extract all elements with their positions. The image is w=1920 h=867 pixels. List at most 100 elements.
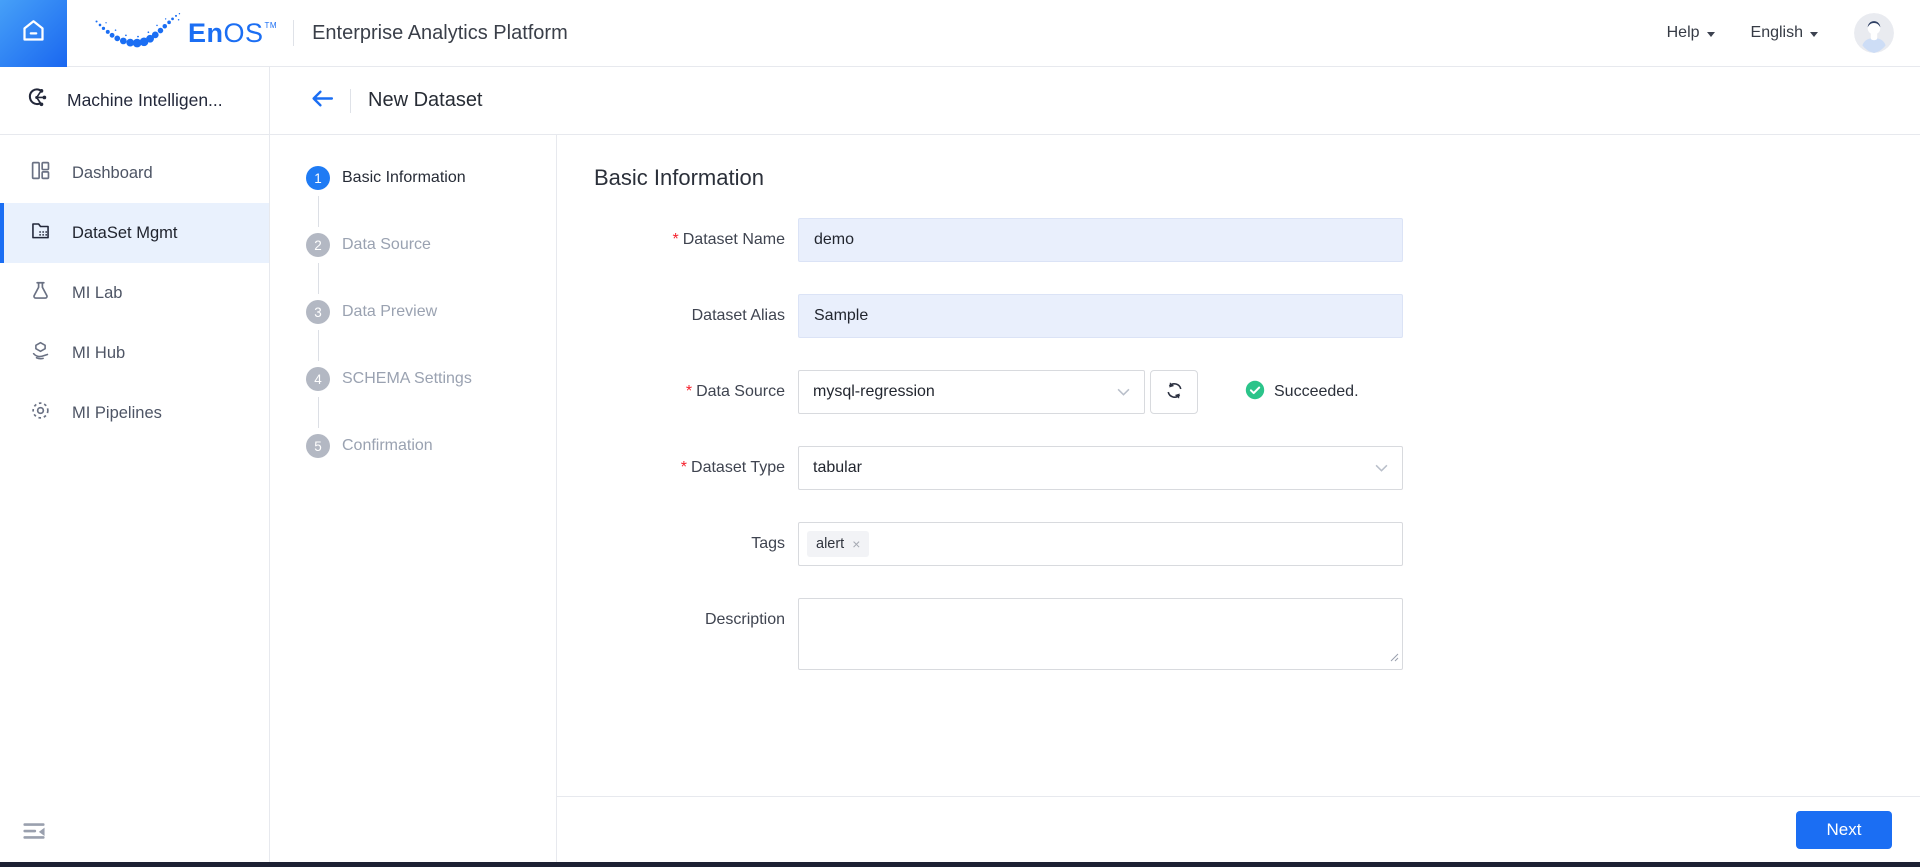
sidebar-nav: Dashboard DataSet Mgmt MI Lab MI Hub MI … [0, 143, 269, 443]
title-divider [350, 88, 351, 113]
step-label: Basic Information [342, 169, 466, 186]
sidebar-item-label: MI Hub [72, 343, 126, 362]
content-body: 1 Basic Information 2 Data Source 3 Data… [270, 135, 1920, 862]
user-avatar-icon [1854, 13, 1894, 53]
help-menu[interactable]: Help [1667, 24, 1715, 42]
dataset-name-label: * Dataset Name [672, 231, 786, 248]
description-textarea[interactable] [798, 598, 1403, 670]
dataset-type-select[interactable]: tabular [798, 446, 1403, 490]
sidebar-item-mi-pipelines[interactable]: MI Pipelines [0, 383, 269, 443]
enos-logo-text: EnOSTM [188, 17, 278, 48]
step-number-badge: 1 [306, 166, 330, 190]
caret-down-icon [1706, 31, 1715, 37]
refresh-icon [1165, 381, 1184, 403]
language-menu-label: English [1750, 24, 1803, 41]
status-text: Succeeded. [1274, 383, 1359, 400]
sidebar-item-mi-lab[interactable]: MI Lab [0, 263, 269, 323]
description-row: Description [594, 598, 1920, 675]
sidebar-item-label: MI Pipelines [72, 403, 162, 422]
wizard-steps: 1 Basic Information 2 Data Source 3 Data… [270, 135, 557, 862]
form-area: Basic Information *Dataset Name Dataset … [557, 135, 1920, 862]
description-label: Description [704, 611, 785, 628]
user-avatar[interactable] [1854, 13, 1894, 53]
step-label: Confirmation [342, 437, 433, 454]
language-menu[interactable]: English [1751, 24, 1818, 42]
dataset-alias-label: Dataset Alias [691, 307, 785, 324]
tags-row: Tags alert × [594, 522, 1920, 566]
step-number-badge: 4 [306, 367, 330, 391]
dataset-mgmt-icon [30, 220, 51, 246]
required-asterisk: * [680, 459, 688, 476]
dataset-type-label: * Dataset Type [680, 459, 785, 476]
back-arrow-icon [310, 88, 335, 114]
data-source-selected-value: mysql-regression [813, 383, 935, 400]
dashboard-icon [30, 160, 51, 186]
sidebar-item-label: MI Lab [72, 283, 123, 302]
step-label: SCHEMA Settings [342, 370, 472, 387]
home-icon [20, 17, 47, 49]
dataset-alias-input[interactable] [798, 294, 1403, 338]
enos-logo: EnOSTM [93, 12, 277, 55]
header-right: Help English [1667, 13, 1894, 53]
main-area: Machine Intelligen... Dashboard DataSet … [0, 67, 1920, 862]
page-title: New Dataset [368, 89, 483, 111]
step-number-badge: 3 [306, 300, 330, 324]
dataset-type-row: * Dataset Type tabular [594, 446, 1920, 490]
caret-down-icon [1810, 31, 1818, 37]
mi-hub-icon [30, 340, 51, 366]
tag-chip-label: alert [816, 536, 845, 552]
help-menu-label: Help [1666, 24, 1700, 41]
app-title: Machine Intelligen... [67, 90, 223, 110]
step-number-badge: 2 [306, 233, 330, 257]
refresh-data-source-button[interactable] [1150, 370, 1198, 414]
sidebar-item-mi-hub[interactable]: MI Hub [0, 323, 269, 383]
step-number-badge: 5 [306, 434, 330, 458]
dataset-name-input[interactable] [798, 218, 1403, 262]
content: New Dataset 1 Basic Information 2 Data S… [270, 67, 1920, 862]
data-source-row: * Data Source mysql-regression Succeeded… [594, 370, 1920, 414]
basic-information-form: Basic Information *Dataset Name Dataset … [557, 135, 1920, 796]
chevron-down-icon [1117, 383, 1130, 401]
machine-intelligence-app-icon [25, 85, 51, 116]
menu-fold-icon [22, 823, 46, 845]
data-source-label: * Data Source [685, 383, 785, 400]
back-button[interactable] [310, 88, 335, 114]
wizard-step-basic-information[interactable]: 1 Basic Information [306, 166, 556, 233]
step-label: Data Source [342, 236, 431, 253]
tags-label: Tags [751, 535, 785, 552]
tag-chip: alert × [807, 531, 870, 557]
next-button[interactable]: Next [1796, 810, 1892, 849]
mi-pipelines-icon [30, 400, 51, 426]
required-asterisk: * [672, 231, 679, 248]
sidebar-item-label: Dashboard [72, 163, 153, 182]
connection-status: Succeeded. [1245, 380, 1359, 405]
sidebar-item-dataset-mgmt[interactable]: DataSet Mgmt [0, 203, 269, 263]
sidebar-item-dashboard[interactable]: Dashboard [0, 143, 269, 203]
page-header: New Dataset [270, 67, 1920, 135]
chevron-down-icon [1375, 459, 1388, 477]
form-footer: Next [557, 796, 1920, 862]
wizard-step-data-source[interactable]: 2 Data Source [306, 233, 556, 300]
platform-title: Enterprise Analytics Platform [312, 21, 568, 44]
wizard-step-data-preview[interactable]: 3 Data Preview [306, 300, 556, 367]
step-label: Data Preview [342, 303, 438, 320]
sidebar-collapse-button[interactable] [22, 822, 46, 846]
required-asterisk: * [685, 383, 693, 400]
success-check-icon [1245, 380, 1265, 405]
section-title: Basic Information [594, 165, 764, 190]
home-button[interactable] [0, 0, 67, 67]
mi-lab-icon [30, 280, 51, 306]
sidebar: Machine Intelligen... Dashboard DataSet … [0, 67, 270, 862]
data-source-select[interactable]: mysql-regression [798, 370, 1145, 414]
header-divider [293, 20, 295, 46]
dataset-name-row: * Dataset Name [594, 218, 1920, 262]
dataset-alias-row: Dataset Alias [594, 294, 1920, 338]
top-header: EnOSTM Enterprise Analytics Platform Hel… [0, 0, 1920, 67]
wizard-step-schema-settings[interactable]: 4 SCHEMA Settings [306, 367, 556, 434]
bottom-edge [0, 862, 1920, 867]
tags-input[interactable]: alert × [798, 522, 1403, 566]
remove-tag-icon[interactable]: × [852, 537, 860, 551]
enos-swoosh-icon [93, 12, 183, 55]
sidebar-item-label: DataSet Mgmt [72, 223, 178, 242]
wizard-step-confirmation[interactable]: 5 Confirmation [306, 434, 556, 501]
